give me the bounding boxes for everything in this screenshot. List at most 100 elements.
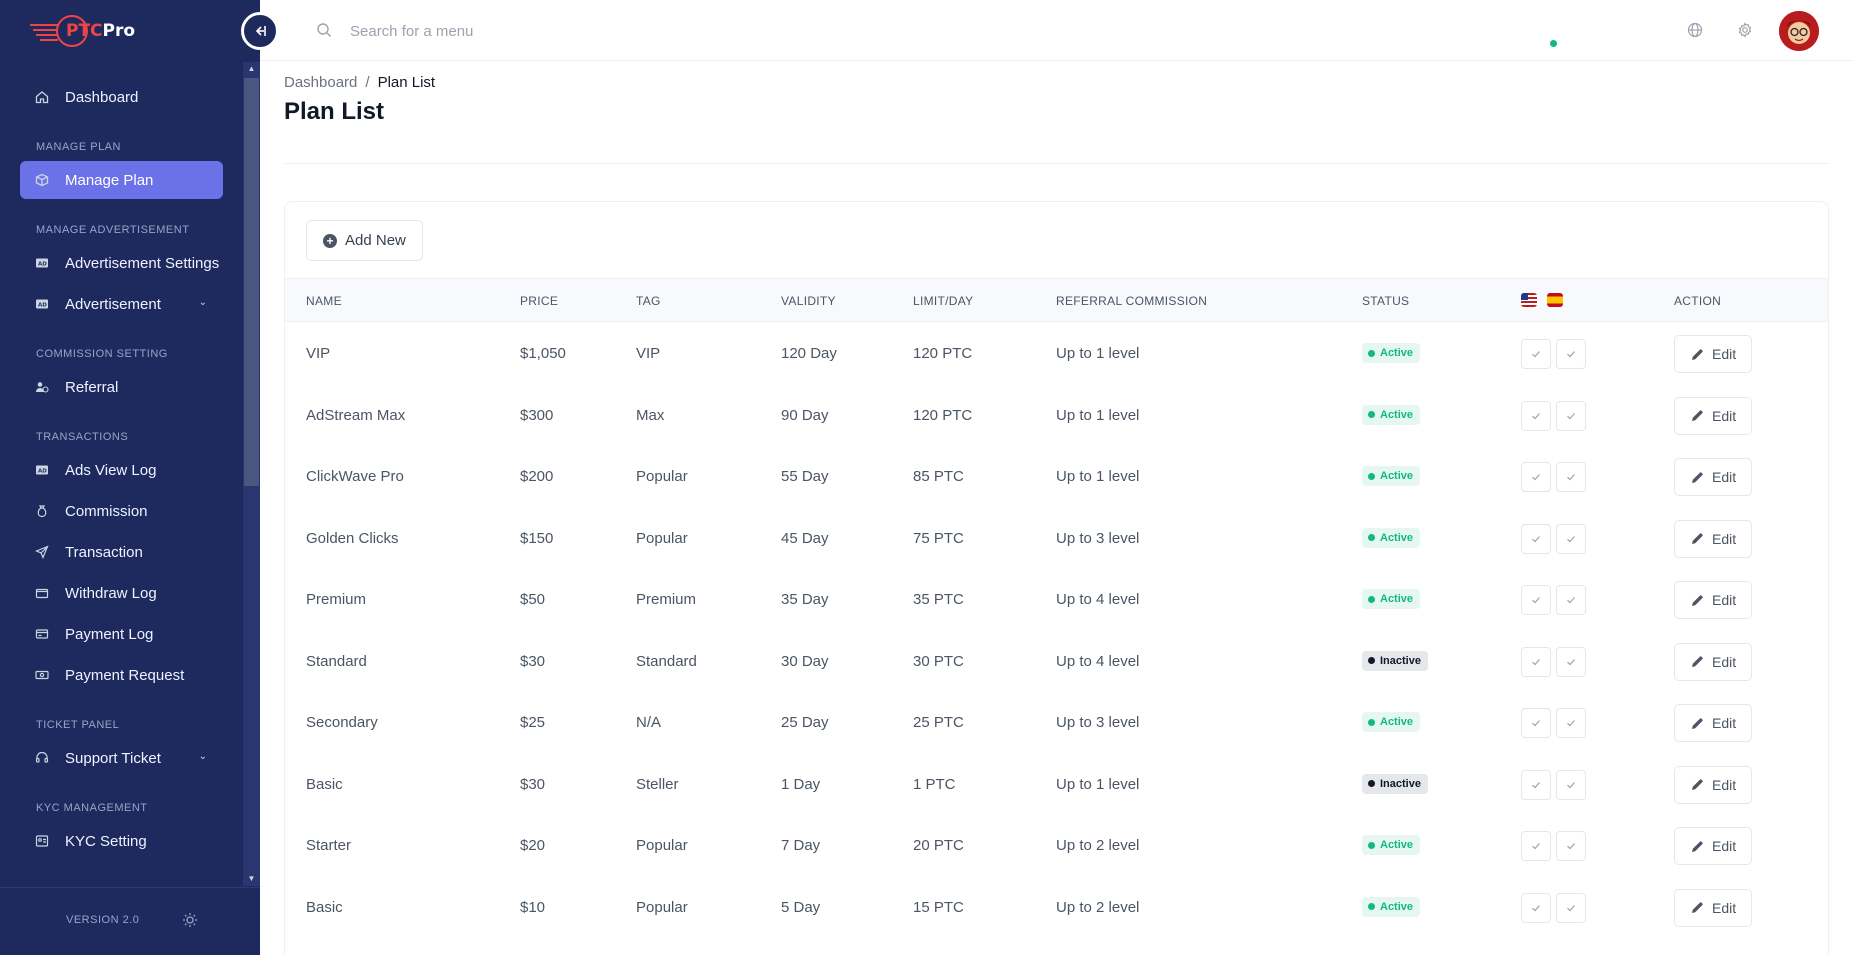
check-icon: [1531, 349, 1541, 359]
english-check-toggle[interactable]: [1521, 646, 1551, 677]
spanish-check-toggle[interactable]: [1556, 339, 1586, 369]
sun-icon[interactable]: [182, 912, 198, 928]
edit-label: Edit: [1712, 715, 1737, 731]
plan-price-cell: $150: [520, 529, 554, 547]
plan-name-cell: VIP: [306, 345, 331, 362]
spanish-check-toggle[interactable]: [1556, 585, 1586, 615]
english-check-toggle[interactable]: [1521, 585, 1551, 615]
sidebar-scrollbar[interactable]: ▲ ▼: [243, 62, 260, 886]
edit-button[interactable]: Edit: [1674, 765, 1752, 804]
edit-label: Edit: [1712, 469, 1737, 485]
plan-validity-cell: 1 Day: [781, 775, 821, 793]
es-flag-icon: [1547, 293, 1563, 307]
edit-button[interactable]: Edit: [1674, 458, 1752, 496]
sidebar-item-advertisement[interactable]: AD Advertisement ⌄: [20, 285, 223, 323]
plan-tag-cell: Max: [636, 406, 665, 424]
scroll-down-arrow-icon[interactable]: ▼: [243, 872, 260, 886]
sidebar-item-withdraw-log[interactable]: Withdraw Log: [20, 574, 223, 612]
globe-icon[interactable]: [1687, 22, 1703, 38]
plan-tag-cell: VIP: [636, 345, 661, 362]
user-avatar[interactable]: [1779, 11, 1819, 51]
plan-referral-cell: Up to 4 level: [1056, 652, 1140, 670]
status-dot: [1368, 349, 1375, 357]
pencil-icon: [1691, 840, 1704, 853]
spanish-check-toggle[interactable]: [1556, 523, 1586, 554]
plan-limit-cell: 120 PTC: [913, 345, 973, 362]
spanish-check-toggle[interactable]: [1556, 646, 1586, 677]
edit-label: Edit: [1712, 592, 1737, 608]
english-check-toggle[interactable]: [1521, 462, 1551, 492]
spanish-check-toggle[interactable]: [1556, 400, 1586, 431]
edit-label: Edit: [1712, 407, 1737, 424]
spanish-check-toggle[interactable]: [1556, 708, 1586, 738]
sidebar-item-payment-log[interactable]: Payment Log: [20, 615, 223, 653]
spanish-check-toggle[interactable]: [1556, 831, 1586, 861]
edit-button[interactable]: Edit: [1674, 581, 1752, 619]
scrollbar-thumb[interactable]: [244, 78, 259, 486]
sidebar-item-payment-request[interactable]: Payment Request: [20, 656, 223, 694]
scroll-up-arrow-icon[interactable]: ▲: [243, 62, 260, 76]
plan-validity-cell: 25 Day: [781, 714, 829, 731]
status-dot: [1368, 595, 1375, 603]
check-icon: [1531, 472, 1541, 482]
sidebar-item-transaction[interactable]: Transaction: [20, 533, 223, 571]
sidebar-item-manage-plan[interactable]: Manage Plan: [20, 161, 223, 199]
breadcrumb-separator: /: [365, 74, 370, 91]
table-row: Starter $20 Popular 7 Day 20 PTC Up to 2 leve…: [285, 814, 1828, 876]
edit-button[interactable]: Edit: [1674, 888, 1752, 927]
sidebar-section-label: COMMISSION SETTING: [36, 348, 168, 360]
chevron-down-icon[interactable]: ⌄: [199, 297, 207, 308]
spanish-check-toggle[interactable]: [1556, 769, 1586, 800]
search-input[interactable]: [350, 16, 750, 46]
brand-logo[interactable]: PTCPro: [28, 12, 135, 50]
plan-price-cell: $20: [520, 837, 546, 854]
status-badge: Inactive: [1362, 773, 1428, 794]
english-check-toggle[interactable]: [1521, 339, 1551, 369]
plan-name-cell: Standard: [306, 652, 367, 670]
sidebar-item-ads-view-log[interactable]: AD Ads View Log: [20, 451, 223, 489]
check-icon: [1566, 903, 1576, 913]
spanish-check-toggle[interactable]: [1556, 892, 1586, 923]
english-check-toggle[interactable]: [1521, 400, 1551, 431]
collapse-sidebar-button[interactable]: [241, 12, 279, 50]
plan-referral-cell: Up to 1 level: [1056, 775, 1140, 793]
sidebar-item-label: Withdraw Log: [65, 584, 157, 602]
edit-button[interactable]: Edit: [1674, 335, 1752, 373]
edit-button[interactable]: Edit: [1674, 642, 1752, 681]
status-label: Active: [1380, 531, 1414, 544]
english-check-toggle[interactable]: [1521, 523, 1551, 554]
header-limit-per-day: LIMIT/DAY: [913, 294, 974, 308]
plan-name-cell: Premium: [306, 591, 367, 608]
status-badge: Inactive: [1362, 650, 1428, 671]
version-label: VERSION 2.0: [66, 914, 140, 926]
edit-button[interactable]: Edit: [1674, 704, 1752, 742]
english-check-toggle[interactable]: [1521, 708, 1551, 738]
sidebar-item-dashboard[interactable]: Dashboard: [20, 78, 223, 116]
chevron-down-icon[interactable]: ⌄: [199, 751, 207, 762]
english-check-toggle[interactable]: [1521, 892, 1551, 923]
sidebar-item-kyc-setting[interactable]: KYC Setting: [20, 822, 223, 860]
english-check-toggle[interactable]: [1521, 831, 1551, 861]
gear-icon[interactable]: [1737, 22, 1753, 38]
sidebar-item-label: Advertisement: [65, 295, 161, 313]
ad-icon: AD: [34, 255, 50, 271]
english-check-toggle[interactable]: [1521, 769, 1551, 800]
header-tag: TAG: [636, 294, 661, 308]
status-label: Active: [1380, 839, 1414, 851]
sidebar-item-referral[interactable]: Referral: [20, 368, 223, 406]
plan-validity-cell: 7 Day: [781, 837, 821, 854]
plan-referral-cell: Up to 2 level: [1056, 898, 1140, 916]
pencil-icon: [1691, 409, 1704, 422]
edit-button[interactable]: Edit: [1674, 519, 1752, 558]
sidebar-item-commission[interactable]: Commission: [20, 492, 223, 530]
sidebar-item-support-ticket[interactable]: Support Ticket ⌄: [20, 739, 223, 777]
add-new-button[interactable]: + Add New: [306, 220, 423, 261]
spanish-check-toggle[interactable]: [1556, 462, 1586, 492]
breadcrumb-home-link[interactable]: Dashboard: [284, 74, 357, 91]
sidebar-item-advertisement-settings[interactable]: AD Advertisement Settings: [20, 244, 223, 282]
status-dot: [1368, 472, 1375, 480]
header-price: PRICE: [520, 294, 559, 308]
edit-button[interactable]: Edit: [1674, 827, 1752, 865]
ad-icon: AD: [34, 296, 50, 312]
edit-button[interactable]: Edit: [1674, 396, 1752, 435]
